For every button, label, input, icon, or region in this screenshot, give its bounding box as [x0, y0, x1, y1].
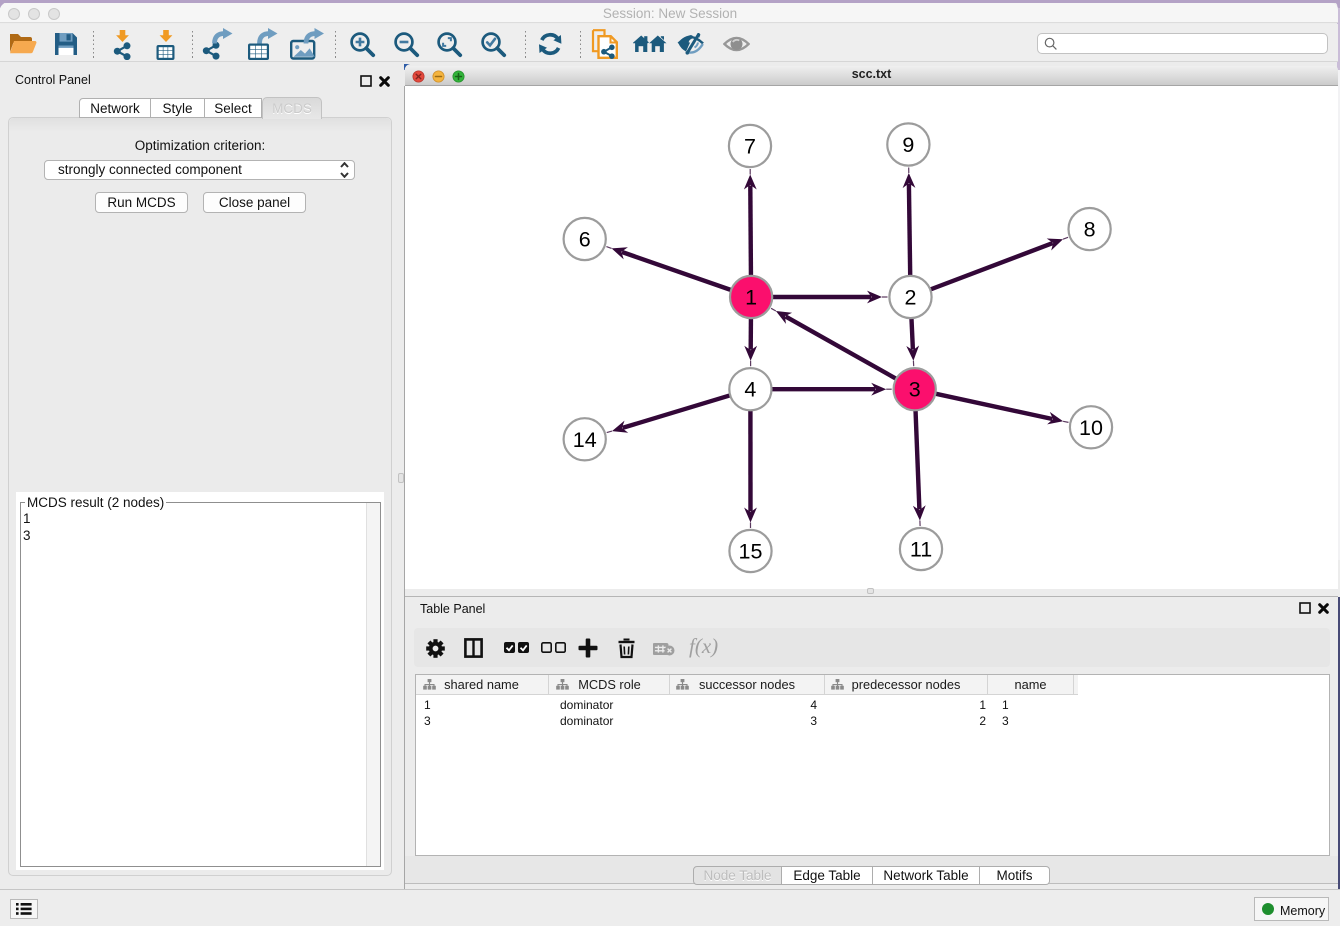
svg-text:14: 14	[573, 428, 597, 452]
svg-text:4: 4	[744, 378, 756, 402]
svg-text:7: 7	[744, 135, 756, 159]
svg-text:6: 6	[579, 228, 591, 252]
svg-text:9: 9	[902, 133, 914, 157]
svg-text:10: 10	[1079, 416, 1103, 440]
svg-text:8: 8	[1084, 218, 1096, 242]
svg-text:15: 15	[739, 540, 763, 564]
svg-text:1: 1	[745, 286, 757, 310]
svg-text:11: 11	[910, 538, 932, 562]
svg-text:2: 2	[905, 286, 917, 310]
svg-text:3: 3	[909, 378, 921, 402]
